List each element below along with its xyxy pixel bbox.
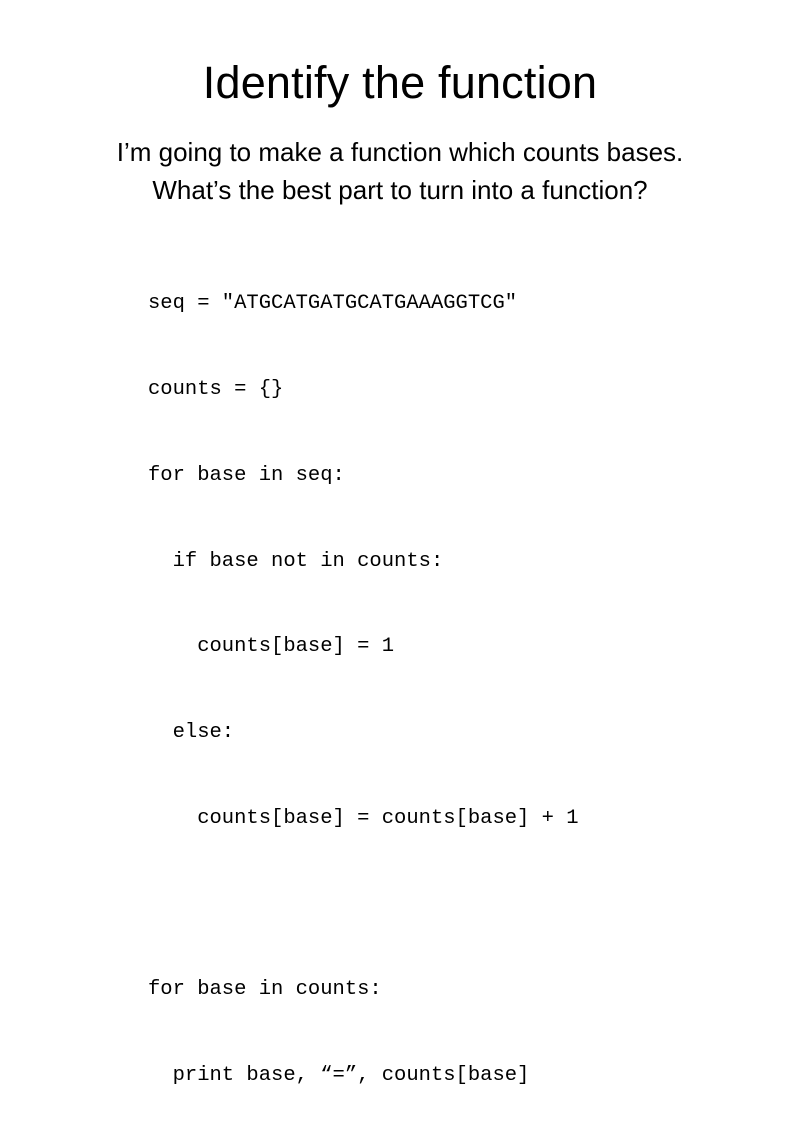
code-line: print base, “=”, counts[base] (148, 1064, 530, 1088)
subtitle-line-1: I’m going to make a function which count… (116, 137, 684, 167)
code-line: counts[base] = counts[base] + 1 (148, 806, 579, 830)
code-line: if base not in counts: (148, 549, 444, 573)
slide-subtitle: I’m going to make a function which count… (36, 134, 764, 209)
code-line: counts = {} (148, 377, 284, 401)
code-line: counts[base] = 1 (148, 635, 395, 659)
code-line: else: (148, 721, 235, 745)
code-block: seq = "ATGCATGATGCATGAAAGGTCG" counts = … (148, 233, 768, 1148)
slide: Identify the function I’m going to make … (0, 0, 800, 1087)
code-line: for base in seq: (148, 463, 345, 487)
code-line: for base in counts: (148, 978, 382, 1002)
subtitle-line-2: What’s the best part to turn into a func… (152, 174, 648, 205)
code-line: seq = "ATGCATGATGCATGAAAGGTCG" (148, 292, 518, 316)
page-title: Identify the function (202, 57, 598, 108)
